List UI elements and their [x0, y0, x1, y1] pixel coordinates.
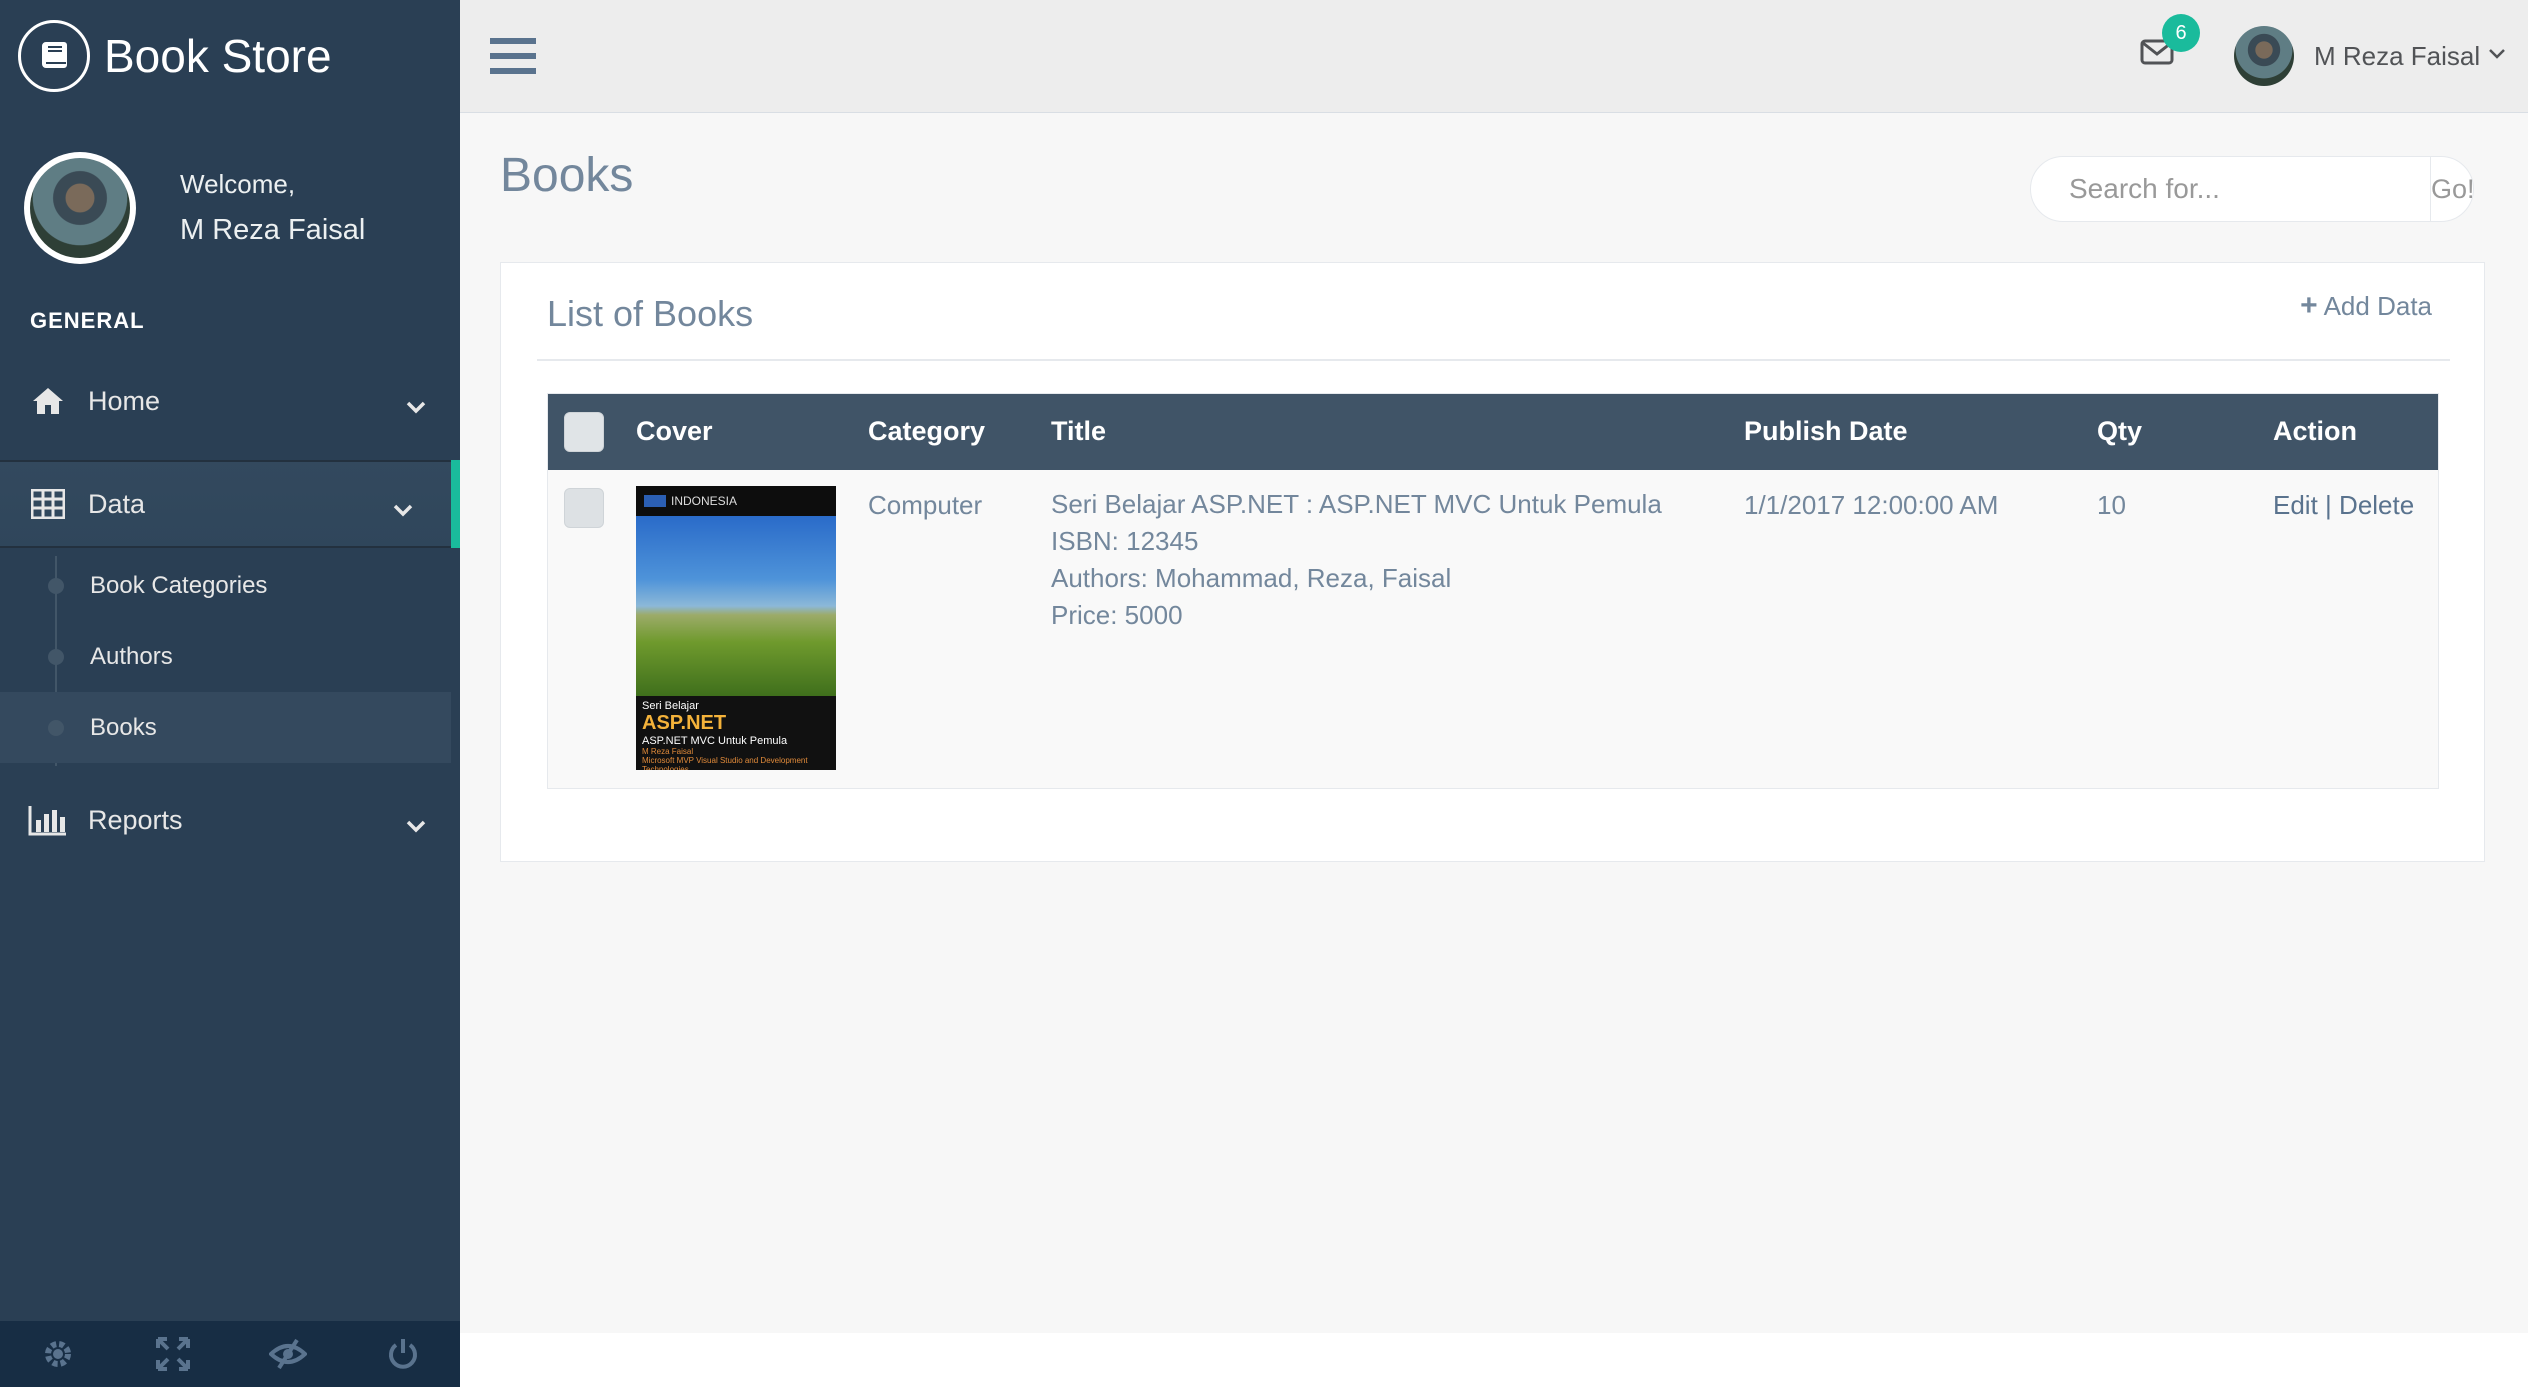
add-data-button[interactable]: + Add Data [2300, 289, 2432, 323]
bar-chart-icon [28, 804, 68, 836]
power-icon [388, 1339, 417, 1369]
avatar [2234, 26, 2294, 86]
page-footer [460, 1333, 2528, 1387]
cover-big-title: ASP.NET [642, 712, 727, 734]
header-cover: Cover [636, 416, 713, 446]
cell-qty: 10 [2097, 490, 2126, 520]
fullscreen-button[interactable] [115, 1321, 230, 1387]
cover-tagline: Microsoft MVP Visual Studio and Developm… [642, 756, 808, 770]
lock-button[interactable] [230, 1321, 345, 1387]
cover-publisher: INDONESIA [671, 494, 738, 508]
submenu-item-authors[interactable]: Authors [0, 621, 451, 692]
cell-title: Seri Belajar ASP.NET : ASP.NET MVC Untuk… [1051, 486, 1662, 634]
sidebar-footer [0, 1321, 460, 1387]
cover-author: M Reza Faisal [642, 747, 694, 756]
divider [537, 359, 2450, 361]
books-table: Cover Category Title Publish Date Qty Ac… [547, 393, 2439, 789]
top-nav: 6 M Reza Faisal [460, 0, 2528, 113]
search-button[interactable]: Go! [2430, 157, 2475, 221]
submenu: Book Categories Authors Books [0, 550, 451, 763]
menu-item-home[interactable]: Home [0, 357, 460, 445]
menu-label-home: Home [88, 385, 161, 416]
menu-label-data: Data [88, 488, 146, 519]
chevron-down-icon [393, 494, 413, 525]
avatar [24, 152, 136, 264]
welcome-text: Welcome, [180, 169, 296, 199]
chevron-down-icon [406, 391, 426, 422]
plus-icon: + [2300, 289, 2318, 322]
book-price: Price: 5000 [1051, 600, 1183, 630]
message-count-badge: 6 [2162, 14, 2200, 52]
menu-toggle-button[interactable] [490, 36, 536, 81]
table-icon [28, 489, 68, 519]
table-row: INDONESIA Seri Belajar ASP.NET ASP.NET M… [548, 470, 2438, 788]
brand-title: Book Store [104, 30, 332, 82]
user-name: M Reza Faisal [2314, 40, 2481, 71]
bullet-icon [48, 720, 64, 736]
chevron-down-icon [2488, 47, 2506, 65]
submenu-item-books[interactable]: Books [0, 692, 451, 763]
cover-subtitle: ASP.NET MVC Untuk Pemula [642, 735, 788, 747]
header-title: Title [1051, 416, 1107, 446]
fullscreen-icon [155, 1337, 190, 1371]
menu-item-data[interactable]: Data [0, 460, 460, 548]
cell-category: Computer [868, 490, 983, 520]
submenu-label: Books [90, 713, 157, 741]
table-header: Cover Category Title Publish Date Qty Ac… [548, 394, 2438, 470]
home-icon [28, 386, 68, 416]
cell-action: Edit | Delete [2273, 490, 2414, 521]
menu-label-reports: Reports [88, 804, 183, 835]
action-separator: | [2325, 490, 2332, 520]
logout-button[interactable] [345, 1321, 460, 1387]
select-all-checkbox[interactable] [564, 412, 604, 452]
sidebar: Book Store Welcome, M Reza Faisal GENERA… [0, 0, 460, 1387]
bullet-icon [48, 578, 64, 594]
hamburger-icon [490, 38, 536, 74]
settings-button[interactable] [0, 1321, 115, 1387]
submenu-label: Authors [90, 642, 173, 670]
page-title: Books [500, 149, 634, 202]
brand[interactable]: Book Store [18, 18, 332, 94]
eye-slash-icon [268, 1338, 307, 1370]
profile-name: M Reza Faisal [180, 214, 366, 246]
bullet-icon [48, 649, 64, 665]
row-checkbox[interactable] [564, 488, 604, 528]
search-input[interactable] [2031, 173, 2430, 205]
header-category: Category [868, 416, 986, 446]
header-publish-date: Publish Date [1744, 416, 1908, 446]
search-group: Go! [2030, 156, 2475, 222]
add-data-label: Add Data [2323, 290, 2432, 321]
book-title: Seri Belajar ASP.NET : ASP.NET MVC Untuk… [1051, 489, 1662, 519]
submenu-item-book-categories[interactable]: Book Categories [0, 550, 451, 621]
book-isbn: ISBN: 12345 [1051, 526, 1199, 556]
profile: Welcome, M Reza Faisal [24, 152, 365, 264]
menu-item-reports[interactable]: Reports [0, 776, 460, 864]
book-authors: Authors: Mohammad, Reza, Faisal [1051, 563, 1452, 593]
edit-link[interactable]: Edit [2273, 490, 2318, 520]
panel-title: List of Books [547, 293, 754, 334]
delete-link[interactable]: Delete [2339, 490, 2414, 520]
submenu-label: Book Categories [90, 571, 268, 599]
book-logo-icon [18, 20, 90, 92]
books-panel: List of Books + Add Data Cover Category … [500, 262, 2485, 862]
section-title: GENERAL [30, 308, 145, 333]
gear-icon [44, 1341, 71, 1367]
header-action: Action [2273, 416, 2357, 446]
cell-publish-date: 1/1/2017 12:00:00 AM [1744, 490, 1999, 520]
book-cover-image: INDONESIA Seri Belajar ASP.NET ASP.NET M… [636, 486, 836, 770]
cover-series: Seri Belajar [642, 700, 699, 712]
chevron-down-icon [406, 810, 426, 841]
user-menu[interactable]: M Reza Faisal [2234, 26, 2506, 86]
header-qty: Qty [2097, 416, 2143, 446]
